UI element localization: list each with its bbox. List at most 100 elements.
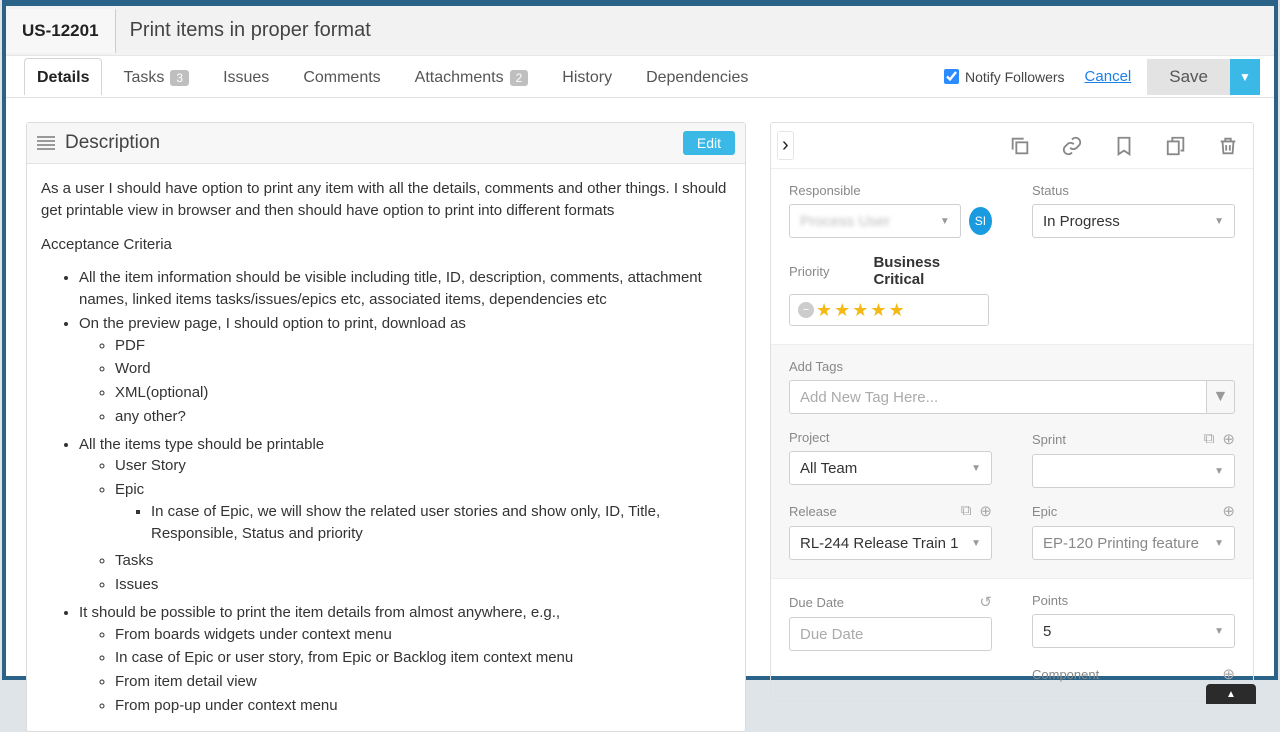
tab-issues-label: Issues — [223, 69, 269, 87]
project-select[interactable]: All Team ▼ — [789, 451, 992, 485]
ac-sub-popup: From pop-up under context menu — [115, 695, 731, 717]
ac-item-3: All the items type should be printable U… — [79, 434, 731, 596]
tags-label: Add Tags — [789, 359, 1235, 374]
section-classification: Add Tags ▼ Project All Team▼ Sprint⧉⊕ ▼ — [771, 345, 1253, 579]
epic-value: EP-120 Printing feature — [1043, 535, 1199, 552]
release-field: Release⧉⊕ RL-244 Release Train 1▼ — [789, 502, 992, 560]
bookmark-icon[interactable] — [1113, 135, 1135, 157]
left-column: Description Edit As a user I should have… — [26, 122, 746, 666]
star-icon[interactable]: ★ — [834, 301, 850, 319]
ac-sub-issues: Issues — [115, 574, 731, 596]
star-icon[interactable]: ★ — [870, 301, 886, 319]
responsible-label: Responsible — [789, 183, 992, 198]
add-icon[interactable]: ⊕ — [1222, 430, 1235, 448]
save-button-group: Save ▼ — [1147, 59, 1260, 95]
add-icon[interactable]: ⊕ — [1222, 665, 1235, 683]
reset-icon[interactable]: ↺ — [979, 593, 992, 611]
epic-select[interactable]: EP-120 Printing feature ▼ — [1032, 526, 1235, 560]
ac-sub-pdf: PDF — [115, 335, 731, 357]
release-value: RL-244 Release Train 1 — [800, 535, 958, 552]
responsible-avatar[interactable]: SI — [969, 207, 992, 235]
app-frame: US-12201 Print items in proper format De… — [2, 0, 1278, 680]
notify-followers-checkbox[interactable] — [944, 69, 959, 84]
tab-dependencies[interactable]: Dependencies — [633, 58, 761, 95]
epic-field: Epic ⊕ EP-120 Printing feature ▼ — [1032, 502, 1235, 560]
release-select[interactable]: RL-244 Release Train 1▼ — [789, 526, 992, 560]
tags-dropdown-button[interactable]: ▼ — [1207, 380, 1235, 414]
priority-text: Business Critical — [873, 254, 992, 288]
description-title: Description — [65, 132, 160, 154]
link-icon[interactable] — [1061, 135, 1083, 157]
save-button[interactable]: Save — [1147, 59, 1230, 95]
add-icon[interactable]: ⊕ — [1222, 502, 1235, 520]
tab-tasks-label: Tasks — [123, 69, 164, 87]
tab-issues[interactable]: Issues — [210, 58, 282, 95]
notify-followers-toggle[interactable]: Notify Followers — [944, 69, 1065, 85]
sprint-select[interactable]: ▼ — [1032, 454, 1235, 488]
caret-down-icon: ▼ — [1214, 538, 1224, 549]
ac-sub-epic-detail: In case of Epic, we will show the relate… — [151, 501, 731, 545]
caret-down-icon: ▼ — [940, 216, 950, 227]
tab-history-label: History — [562, 69, 612, 87]
tab-details[interactable]: Details — [24, 58, 102, 95]
properties-panel: › Responsible Process User ▼ — [770, 122, 1254, 702]
tab-comments[interactable]: Comments — [290, 58, 393, 95]
status-label: Status — [1032, 183, 1235, 198]
due-date-input[interactable] — [789, 617, 992, 651]
duplicate-icon[interactable] — [1165, 135, 1187, 157]
points-value: 5 — [1043, 623, 1051, 640]
responsible-value: Process User — [800, 213, 890, 230]
star-icon[interactable]: ★ — [816, 301, 832, 319]
tab-history[interactable]: History — [549, 58, 625, 95]
tab-comments-label: Comments — [303, 69, 380, 87]
section-planning: Due Date↺ Points 5▼ Component⊕ — [771, 579, 1253, 701]
cancel-link[interactable]: Cancel — [1085, 68, 1132, 85]
ac-item-2: On the preview page, I should option to … — [79, 313, 731, 428]
copy-icon[interactable] — [1009, 135, 1031, 157]
section-main-fields: Responsible Process User ▼ SI Status In P… — [771, 169, 1253, 345]
priority-stars[interactable]: − ★ ★ ★ ★ ★ — [789, 294, 989, 326]
no-priority-icon[interactable]: − — [798, 302, 814, 318]
expand-icon[interactable]: › — [777, 131, 794, 160]
component-label: Component — [1032, 667, 1099, 682]
responsible-select[interactable]: Process User ▼ — [789, 204, 961, 238]
star-icon[interactable]: ★ — [889, 301, 905, 319]
ac-sub-boards: From boards widgets under context menu — [115, 624, 731, 646]
tab-bar: Details Tasks3 Issues Comments Attachmen… — [6, 56, 1274, 98]
component-field: Component ⊕ — [1032, 665, 1235, 683]
header-bar: US-12201 Print items in proper format — [6, 6, 1274, 56]
panel-toolbar: › — [771, 123, 1253, 169]
open-icon[interactable]: ⧉ — [961, 502, 972, 520]
due-date-label: Due Date — [789, 595, 844, 610]
project-value: All Team — [800, 460, 857, 477]
caret-down-icon: ▼ — [1214, 626, 1224, 637]
tab-details-label: Details — [37, 69, 89, 87]
tags-input[interactable] — [789, 380, 1207, 414]
ac-item-1: All the item information should be visib… — [79, 267, 731, 311]
desc-paragraph-1: As a user I should have option to print … — [41, 178, 731, 222]
item-title: Print items in proper format — [116, 19, 371, 42]
points-select[interactable]: 5▼ — [1032, 614, 1235, 648]
ac-sub-epic-text: Epic — [115, 481, 144, 498]
status-select[interactable]: In Progress▼ — [1032, 204, 1235, 238]
ac-sub-other: any other? — [115, 406, 731, 428]
save-dropdown-button[interactable]: ▼ — [1230, 59, 1260, 95]
caret-down-icon: ▼ — [971, 463, 981, 474]
open-icon[interactable]: ⧉ — [1204, 430, 1215, 448]
tab-attachments[interactable]: Attachments2 — [402, 58, 542, 95]
description-header: Description Edit — [27, 123, 745, 164]
status-value: In Progress — [1043, 213, 1120, 230]
add-icon[interactable]: ⊕ — [979, 502, 992, 520]
star-icon[interactable]: ★ — [852, 301, 868, 319]
sprint-label: Sprint — [1032, 432, 1066, 447]
ac-item-3-text: All the items type should be printable — [79, 436, 324, 453]
tab-attachments-label: Attachments — [415, 69, 504, 87]
content-body: Description Edit As a user I should have… — [6, 98, 1274, 676]
epic-label: Epic — [1032, 504, 1057, 519]
trash-icon[interactable] — [1217, 135, 1239, 157]
tab-tasks[interactable]: Tasks3 — [110, 58, 202, 95]
right-column: › Responsible Process User ▼ — [770, 122, 1254, 666]
bottom-tray-toggle[interactable]: ▲ — [1206, 684, 1256, 704]
description-body: As a user I should have option to print … — [27, 164, 745, 731]
edit-description-button[interactable]: Edit — [683, 131, 735, 155]
